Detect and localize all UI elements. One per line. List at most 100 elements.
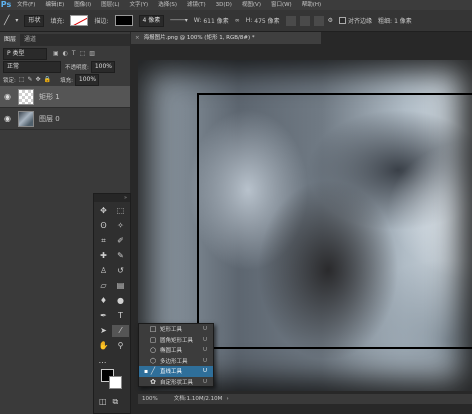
line-tool-icon[interactable]: ⁄ (112, 325, 129, 337)
zoom-level[interactable]: 100% (142, 394, 158, 404)
stroke-swatch[interactable] (114, 15, 133, 26)
menu-view[interactable]: 视图(V) (237, 0, 266, 10)
marquee-tool-icon[interactable]: ⬚ (112, 205, 129, 217)
layer-row[interactable]: ◉ 图层 0 (0, 108, 130, 130)
menu-filter[interactable]: 滤镜(T) (182, 0, 211, 10)
weight-label: 粗细: (378, 18, 393, 25)
layer-kind-filter[interactable]: P 类型 (3, 47, 47, 60)
lock-row: 锁定: ⬚✎✥🔒 填充: 100% (0, 73, 130, 86)
quick-mask-icons[interactable]: ◫⧉ (99, 397, 124, 407)
chevron-right-icon[interactable]: › (226, 394, 228, 404)
filter-icons[interactable]: ▣◐T⬚▥ (53, 50, 99, 57)
flyout-item[interactable]: ⬡ 多边形工具 U (139, 356, 213, 367)
menu-window[interactable]: 窗口(W) (266, 0, 297, 10)
panel-tabs: 图层 通道 (0, 34, 130, 46)
lock-icons[interactable]: ⬚✎✥🔒 (19, 76, 54, 83)
eye-icon[interactable]: ◉ (3, 114, 12, 123)
gear-icon[interactable]: ⚙ (328, 17, 333, 24)
blur-tool-icon[interactable]: ♦ (95, 295, 112, 307)
eyedropper-tool-icon[interactable]: ✐ (112, 235, 129, 247)
h-field[interactable]: 475 像素 (254, 16, 279, 25)
menu-file[interactable]: 文件(F) (12, 0, 40, 10)
eraser-tool-icon[interactable]: ▱ (95, 280, 112, 292)
blend-mode-select[interactable]: 正常 (3, 60, 61, 73)
background-color-swatch[interactable] (109, 376, 122, 389)
fill-swatch[interactable] (70, 15, 89, 26)
shape-tool-icon: ✿ (150, 377, 156, 386)
menu-image[interactable]: 图像(I) (69, 0, 96, 10)
flyout-item[interactable]: ✿ 自定形状工具 U (139, 377, 213, 388)
dodge-tool-icon[interactable]: ● (112, 295, 129, 307)
lasso-tool-icon[interactable]: ʘ (95, 220, 112, 232)
close-icon[interactable]: × (135, 32, 140, 44)
menu-type[interactable]: 文字(Y) (125, 0, 154, 10)
tool-mode-select[interactable]: 形状 (24, 14, 45, 27)
stroke-label: 描边: (94, 18, 109, 25)
blend-row: 正常 不透明度: 100% (0, 60, 130, 73)
hand-tool-icon[interactable]: ✋ (95, 340, 112, 352)
flyout-item-label: 直线工具 (160, 369, 183, 376)
clone-stamp-tool-icon[interactable]: ♙ (95, 265, 112, 277)
fill-field[interactable]: 100% (74, 73, 99, 86)
shape-tool-icon: ○ (149, 346, 157, 355)
shortcut-key: U (203, 357, 208, 364)
flyout-item-label: 自定形状工具 (160, 379, 194, 386)
opacity-field[interactable]: 100% (90, 60, 115, 73)
zoom-tool-icon[interactable]: ⚲ (112, 340, 129, 352)
shortcut-key: U (203, 378, 208, 385)
path-alignment-icon[interactable] (299, 15, 310, 26)
menu-layer[interactable]: 图层(L) (96, 0, 124, 10)
stroke-type-select[interactable]: ────▾ (170, 17, 187, 24)
flyout-item[interactable]: □ 矩形工具 U (139, 324, 213, 335)
shape-tools-flyout: □ 矩形工具 U ▢ 圆角矩形工具 U ○ 椭圆工具 U ⬡ 多边形工具 U ▪ ╱ 直线工具 U ✿ 自定形状工… (138, 323, 214, 387)
shortcut-key: U (203, 368, 208, 375)
path-selection-tool-icon[interactable]: ➤ (95, 325, 112, 337)
shape-tool-icon: ▢ (149, 335, 157, 344)
healing-brush-tool-icon[interactable]: ✚ (95, 250, 112, 262)
fill-label: 填充: (50, 18, 65, 25)
layer-row[interactable]: ◉ 矩形 1 (0, 86, 130, 108)
flyout-item[interactable]: ○ 椭圆工具 U (139, 345, 213, 356)
shape-tool-icon: ⬡ (149, 356, 157, 365)
align-edges-label: 对齐边缘 (348, 18, 373, 25)
history-brush-tool-icon[interactable]: ↺ (112, 265, 129, 277)
line-tool-preset-icon[interactable]: ╱ (4, 16, 9, 26)
flyout-item-label: 多边形工具 (160, 358, 188, 365)
magic-wand-tool-icon[interactable]: ✧ (112, 220, 129, 232)
document-title: 海报图片.png @ 100% (矩形 1, RGB/8#) * (143, 35, 255, 41)
document-tab[interactable]: × 海报图片.png @ 100% (矩形 1, RGB/8#) * (131, 32, 321, 44)
pen-tool-icon[interactable]: ✒ (95, 310, 112, 322)
weight-field[interactable]: 1 像素 (394, 16, 412, 25)
eye-icon[interactable]: ◉ (3, 92, 12, 101)
menu-help[interactable]: 帮助(H) (297, 0, 326, 10)
tab-layers[interactable]: 图层 (0, 34, 21, 46)
flyout-item-label: 椭圆工具 (160, 348, 183, 355)
brush-tool-icon[interactable]: ✎ (112, 250, 129, 262)
move-tool-icon[interactable]: ✥ (95, 205, 112, 217)
tool-grid: ✥ ⬚ ʘ ✧ ⌗ ✐ ✚ ✎ ♙ ↺ ▱ ▤ ♦ ● ✒ T ➤ ⁄ ✋ ⚲ (94, 202, 130, 355)
flyout-item[interactable]: ▪ ╱ 直线工具 U (139, 366, 213, 377)
more-tools-icon[interactable]: … (94, 355, 111, 367)
menu-edit[interactable]: 编辑(E) (40, 0, 69, 10)
w-label: W: (193, 17, 202, 24)
chevron-down-icon[interactable]: ▾ (15, 17, 18, 24)
flyout-item[interactable]: ▢ 圆角矩形工具 U (139, 335, 213, 346)
gradient-tool-icon[interactable]: ▤ (112, 280, 129, 292)
shape-tool-icon: □ (149, 325, 157, 334)
menu-select[interactable]: 选择(S) (153, 0, 182, 10)
menu-3d[interactable]: 3D(D) (211, 0, 237, 10)
path-operations-icon[interactable] (285, 15, 296, 26)
collapse-icon[interactable]: » (94, 194, 130, 202)
align-edges-checkbox[interactable] (339, 17, 347, 24)
w-field[interactable]: 611 像素 (203, 16, 228, 25)
layer-name: 矩形 1 (39, 92, 60, 101)
tab-channels[interactable]: 通道 (20, 34, 40, 46)
crop-tool-icon[interactable]: ⌗ (95, 235, 112, 247)
type-tool-icon[interactable]: T (112, 310, 129, 322)
layer-thumbnail (18, 88, 34, 105)
fill-label-layers: 填充: (60, 77, 73, 84)
link-icon[interactable]: ∞ (235, 17, 240, 24)
stroke-width-field[interactable]: 4 像素 (138, 14, 165, 27)
path-arrangement-icon[interactable] (313, 15, 324, 26)
options-bar: ╱ ▾ 形状 填充: 描边: 4 像素 ────▾ W: 611 像素 ∞ H:… (0, 10, 472, 32)
